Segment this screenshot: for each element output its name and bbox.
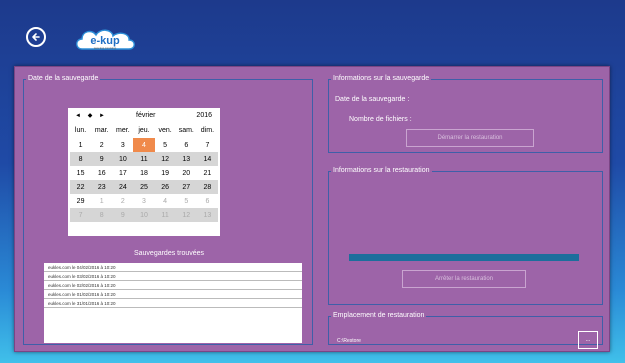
arrow-left-icon — [32, 33, 40, 41]
calendar-day[interactable]: 13 — [175, 152, 197, 166]
restore-progress-bar — [349, 254, 579, 261]
calendar-day[interactable]: 10 — [112, 152, 134, 166]
found-backups-list: eukles.com le 04/02/2016 à 10:20 eukles.c… — [44, 263, 302, 343]
calendar-day[interactable]: 26 — [154, 180, 176, 194]
calendar-day[interactable]: 10 — [133, 208, 155, 222]
found-backups-title: Sauvegardes trouvées — [133, 250, 205, 257]
stop-restore-button[interactable]: Arrêter la restauration — [402, 270, 526, 288]
browse-button[interactable]: ... — [578, 331, 598, 349]
calendar-day[interactable]: 16 — [91, 166, 112, 180]
backup-info-group: Informations sur la sauvegarde Date de l… — [328, 75, 603, 153]
calendar: ◄ ◆ ► février 2016 lun. mar. mer. jeu. ven. s… — [68, 108, 220, 236]
calendar-day[interactable]: 14 — [196, 152, 218, 166]
restore-info-legend: Informations sur la restauration — [333, 167, 430, 174]
calendar-day[interactable]: 7 — [197, 138, 218, 152]
calendar-day[interactable]: 25 — [133, 180, 155, 194]
calendar-day[interactable]: 11 — [154, 208, 176, 222]
app-header: e-kup www.kup.com/ekup — [0, 0, 625, 62]
calendar-day[interactable]: 4 — [155, 194, 176, 208]
calendar-day[interactable]: 8 — [91, 208, 113, 222]
calendar-day[interactable]: 5 — [176, 194, 197, 208]
calendar-weekday: jeu. — [138, 127, 150, 134]
restore-info-group: Informations sur la restauration Arrêter… — [328, 167, 603, 305]
calendar-day[interactable]: 18 — [133, 166, 154, 180]
calendar-day[interactable]: 24 — [112, 180, 134, 194]
calendar-day[interactable]: 3 — [112, 138, 133, 152]
today-icon[interactable]: ◆ — [84, 112, 96, 119]
calendar-day[interactable]: 13 — [196, 208, 218, 222]
calendar-day[interactable]: 5 — [155, 138, 176, 152]
calendar-day[interactable]: 19 — [155, 166, 176, 180]
calendar-weekday: ven. — [158, 127, 172, 134]
found-backup-item[interactable]: eukles.com le 03/02/2016 à 10:20 — [44, 272, 302, 281]
calendar-weekday: mer. — [116, 127, 130, 134]
calendar-day[interactable]: 8 — [70, 152, 92, 166]
calendar-day[interactable]: 12 — [154, 152, 176, 166]
calendar-weekday: dim. — [200, 127, 215, 134]
calendar-year[interactable]: 2016 — [196, 112, 212, 119]
calendar-grid: lun. mar. mer. jeu. ven. sam. dim. 1 2 3 4 5 6 7 8 9 10 1… — [68, 123, 220, 222]
backup-date-group: Date de la sauvegarde ◄ ◆ ► février 2016… — [23, 75, 313, 345]
backup-date-legend: Date de la sauvegarde — [28, 75, 99, 82]
calendar-day[interactable]: 9 — [112, 208, 134, 222]
calendar-day[interactable]: 28 — [196, 180, 218, 194]
next-month-icon[interactable]: ► — [96, 113, 108, 119]
calendar-day[interactable]: 3 — [133, 194, 154, 208]
found-backup-item[interactable]: eukles.com le 01/02/2016 à 10:20 — [44, 290, 302, 299]
calendar-day[interactable]: 6 — [176, 138, 197, 152]
calendar-day[interactable]: 7 — [70, 208, 92, 222]
calendar-day[interactable]: 9 — [91, 152, 113, 166]
ekup-logo: e-kup www.kup.com/ekup — [76, 29, 135, 50]
found-backup-item[interactable]: eukles.com le 02/02/2016 à 10:20 — [44, 281, 302, 290]
calendar-day[interactable]: 1 — [91, 194, 112, 208]
calendar-day[interactable]: 15 — [70, 166, 91, 180]
calendar-header: ◄ ◆ ► février 2016 — [68, 108, 220, 123]
calendar-day[interactable]: 22 — [70, 180, 92, 194]
calendar-weekday: lun. — [74, 127, 87, 134]
restore-location-group: Emplacement de restauration C:\Restore .… — [328, 312, 603, 349]
calendar-day[interactable]: 21 — [197, 166, 218, 180]
calendar-day[interactable]: 11 — [133, 152, 155, 166]
main-panel: Date de la sauvegarde ◄ ◆ ► février 2016… — [14, 66, 610, 352]
backup-info-legend: Informations sur la sauvegarde — [333, 75, 430, 82]
calendar-day[interactable]: 6 — [197, 194, 218, 208]
calendar-day[interactable]: 27 — [175, 180, 197, 194]
calendar-day[interactable]: 2 — [112, 194, 133, 208]
calendar-day[interactable]: 17 — [112, 166, 133, 180]
calendar-day[interactable]: 2 — [91, 138, 112, 152]
calendar-month[interactable]: février — [136, 112, 166, 119]
calendar-day[interactable]: 20 — [176, 166, 197, 180]
start-restore-button[interactable]: Démarrer la restauration — [406, 129, 534, 147]
restore-location-legend: Emplacement de restauration — [333, 312, 425, 319]
calendar-day[interactable]: 23 — [91, 180, 113, 194]
calendar-day[interactable]: 12 — [175, 208, 197, 222]
calendar-weekday: sam. — [178, 127, 194, 134]
prev-month-icon[interactable]: ◄ — [72, 113, 84, 119]
file-count-label: Nombre de fichiers : — [349, 116, 412, 123]
svg-text:e-kup: e-kup — [90, 35, 120, 47]
svg-text:www.kup.com/ekup: www.kup.com/ekup — [94, 46, 117, 50]
calendar-weekday: mar. — [94, 127, 109, 134]
found-backup-item[interactable]: eukles.com le 31/01/2016 à 10:20 — [44, 299, 302, 308]
calendar-day[interactable]: 1 — [70, 138, 91, 152]
calendar-day[interactable]: 4 — [133, 138, 155, 152]
found-backup-item[interactable]: eukles.com le 04/02/2016 à 10:20 — [44, 263, 302, 272]
back-button[interactable] — [26, 27, 46, 47]
calendar-day[interactable]: 29 — [70, 194, 91, 208]
backup-date-label: Date de la sauvegarde : — [335, 96, 410, 103]
restore-path: C:\Restore — [337, 338, 361, 344]
